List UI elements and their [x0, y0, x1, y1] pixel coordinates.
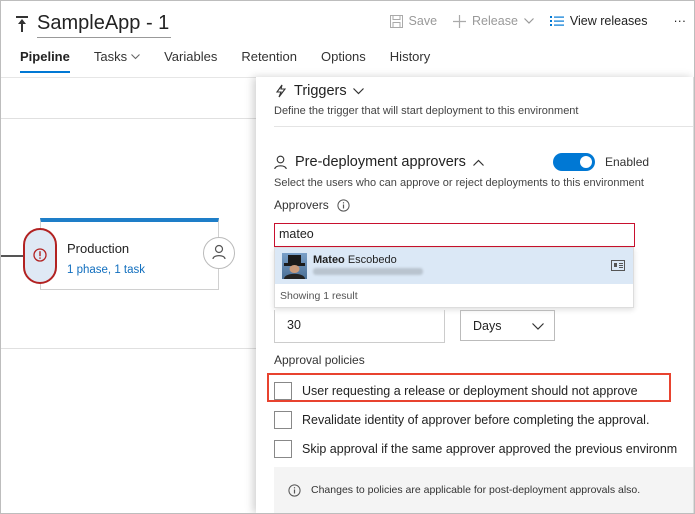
error-icon	[33, 247, 47, 265]
header: SampleApp - 1 Save Release View releases…	[1, 1, 694, 77]
divider	[1, 118, 261, 119]
tab-retention[interactable]: Retention	[241, 49, 297, 70]
checkbox[interactable]	[274, 382, 292, 400]
view-releases-button[interactable]: View releases	[549, 14, 648, 28]
info-icon	[288, 483, 301, 497]
toolbar: Save Release View releases ···	[374, 11, 686, 31]
enabled-toggle[interactable]	[553, 153, 595, 171]
chevron-down-icon	[532, 319, 544, 333]
policy-label: Revalidate identity of approver before c…	[302, 413, 650, 427]
approvers-input[interactable]: mateo	[274, 223, 635, 247]
save-button[interactable]: Save	[389, 14, 438, 28]
pre-deployment-conditions-button[interactable]	[23, 228, 57, 284]
chevron-down-icon	[523, 18, 534, 24]
timeout-unit-value: Days	[473, 319, 502, 333]
environment-settings-panel: Triggers Define the trigger that will st…	[256, 77, 694, 513]
chevron-down-icon	[131, 53, 140, 60]
policy-info-message: Changes to policies are applicable for p…	[274, 467, 694, 513]
triggers-header[interactable]: Triggers	[274, 83, 364, 99]
save-label: Save	[408, 14, 438, 28]
tab-tasks[interactable]: Tasks	[94, 49, 140, 70]
approvers-label-row: Approvers	[274, 198, 350, 212]
policy-label: Skip approval if the same approver appro…	[302, 442, 678, 456]
tab-pipeline[interactable]: Pipeline	[20, 49, 70, 73]
approver-suggestions: Mateo Escobedo Showing 1 result	[274, 247, 634, 308]
divider	[1, 348, 261, 349]
triggers-description: Define the trigger that will start deplo…	[274, 105, 579, 117]
divider	[274, 126, 694, 127]
tab-history[interactable]: History	[390, 49, 430, 70]
chevron-up-icon	[472, 159, 484, 166]
view-releases-label: View releases	[569, 14, 648, 28]
person-icon	[274, 155, 287, 170]
release-label: Release	[472, 14, 518, 28]
approval-policies-label: Approval policies	[274, 353, 365, 367]
toggle-label: Enabled	[605, 155, 650, 169]
approver-last-name: Escobedo	[347, 254, 397, 266]
info-text: Changes to policies are applicable for p…	[311, 484, 641, 496]
triggers-title: Triggers	[294, 83, 347, 99]
timeout-unit-select[interactable]: Days	[460, 310, 555, 341]
policy-option-revalidate-identity[interactable]: Revalidate identity of approver before c…	[274, 411, 649, 429]
timeout-value-input[interactable]: 30	[274, 310, 445, 343]
connector-line	[1, 255, 23, 257]
save-icon	[389, 14, 403, 28]
avatar	[282, 253, 307, 279]
approver-email-redacted	[313, 268, 423, 275]
approver-name: Mateo Escobedo	[313, 254, 397, 266]
panel-edge	[693, 77, 694, 513]
checkbox[interactable]	[274, 411, 292, 429]
more-icon: ···	[673, 14, 687, 28]
list-icon	[549, 15, 564, 27]
policy-option-skip-approval[interactable]: Skip approval if the same approver appro…	[274, 440, 677, 458]
release-button[interactable]: Release	[453, 14, 534, 28]
lightning-icon	[274, 84, 288, 98]
policy-option-no-self-approve[interactable]: User requesting a release or deployment …	[274, 382, 638, 400]
pre-deployment-header[interactable]: Pre-deployment approvers	[274, 154, 484, 170]
info-icon[interactable]	[337, 198, 350, 212]
post-deployment-approvers-button[interactable]	[203, 237, 235, 269]
pre-deployment-title: Pre-deployment approvers	[295, 154, 466, 170]
pipeline-icon	[15, 15, 29, 33]
release-definition-window: SampleApp - 1 Save Release View releases…	[0, 0, 695, 514]
release-title[interactable]: SampleApp - 1	[37, 11, 172, 38]
more-actions-button[interactable]: ···	[674, 14, 687, 28]
checkbox[interactable]	[274, 440, 292, 458]
title-row: SampleApp - 1	[15, 9, 172, 39]
plus-icon	[453, 14, 467, 28]
tab-tasks-label: Tasks	[93, 49, 128, 64]
approver-suggestion-item[interactable]: Mateo Escobedo	[275, 248, 633, 284]
environment-name: Production	[67, 241, 130, 256]
pre-deployment-description: Select the users who can approve or reje…	[274, 177, 644, 189]
contact-card-icon[interactable]	[611, 260, 625, 271]
results-count: Showing 1 result	[280, 290, 358, 302]
tab-variables[interactable]: Variables	[164, 49, 217, 70]
approvers-label: Approvers	[274, 198, 329, 212]
tab-bar: Pipeline Tasks Variables Retention Optio…	[20, 49, 454, 73]
environment-phases-link[interactable]: 1 phase, 1 task	[67, 264, 145, 276]
approver-first-name: Mateo	[313, 254, 345, 266]
tab-options[interactable]: Options	[321, 49, 366, 70]
person-icon	[212, 244, 226, 263]
chevron-down-icon	[352, 87, 364, 95]
environment-card[interactable]: Production 1 phase, 1 task	[40, 218, 219, 290]
policy-label: User requesting a release or deployment …	[302, 384, 638, 398]
